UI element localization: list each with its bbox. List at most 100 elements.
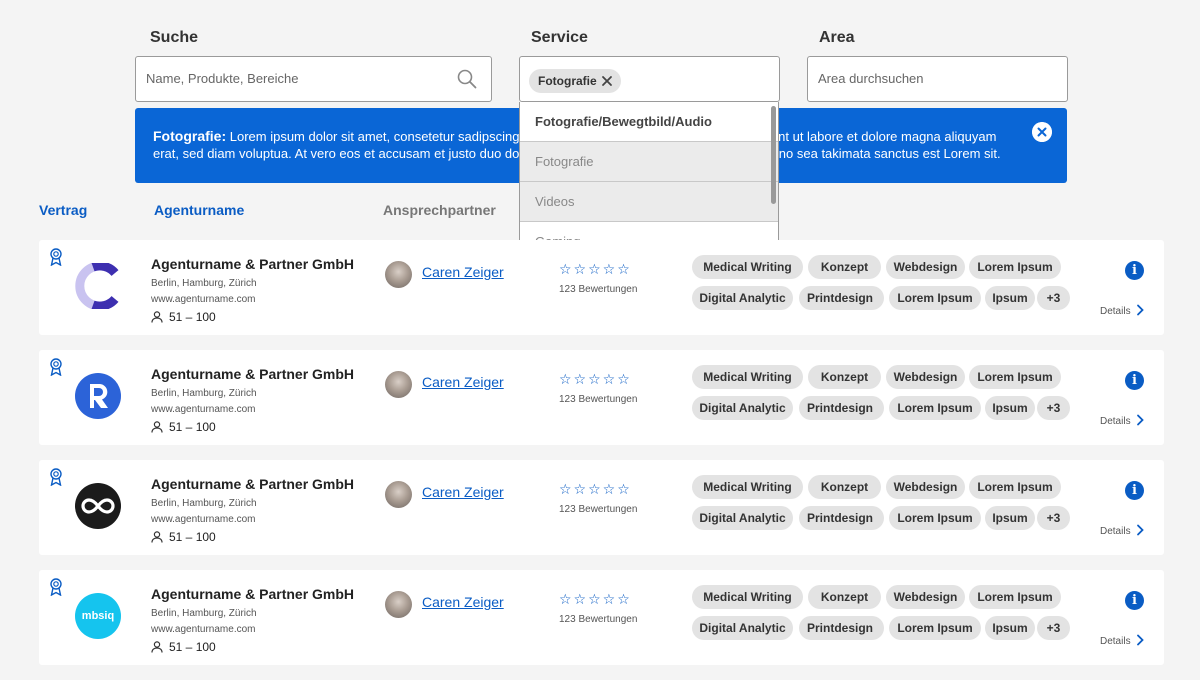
service-tag[interactable]: Lorem Ipsum: [889, 286, 981, 310]
service-tag[interactable]: Lorem Ipsum: [889, 616, 981, 640]
contact-link[interactable]: Caren Zeiger: [422, 264, 504, 280]
service-tag[interactable]: Webdesign: [886, 255, 965, 279]
c-logo-icon: [75, 261, 121, 311]
agency-cities: Berlin, Hamburg, Zürich: [151, 388, 257, 399]
details-link[interactable]: Details: [1100, 414, 1144, 427]
service-tag[interactable]: Digital Analytic: [692, 616, 793, 640]
avatar: [385, 481, 412, 508]
details-link[interactable]: Details: [1100, 634, 1144, 647]
search-field[interactable]: [135, 56, 492, 102]
service-label: Service: [531, 29, 588, 46]
chevron-right-icon: [1136, 414, 1144, 426]
service-tag[interactable]: Webdesign: [886, 475, 965, 499]
mbsiq-logo-icon: mbsiq: [75, 593, 121, 639]
person-icon: [151, 531, 163, 543]
agency-url: www.agenturname.com: [151, 624, 256, 635]
chevron-right-icon: [1136, 634, 1144, 646]
chevron-right-icon: [1136, 304, 1144, 316]
service-tag[interactable]: +3: [1037, 616, 1070, 640]
agency-card[interactable]: Agenturname & Partner GmbH Berlin, Hambur…: [39, 460, 1164, 555]
service-tag[interactable]: +3: [1037, 506, 1070, 530]
search-input[interactable]: [146, 71, 436, 86]
service-tag[interactable]: Printdesign: [799, 286, 884, 310]
service-tag[interactable]: Konzept: [808, 585, 881, 609]
person-icon: [151, 311, 163, 323]
service-dropdown[interactable]: Fotografie/Bewegtbild/Audio Fotografie V…: [519, 102, 779, 261]
agency-card[interactable]: mbsiq Agenturname & Partner GmbH Berlin, H…: [39, 570, 1164, 665]
close-icon[interactable]: [601, 75, 613, 87]
agency-card[interactable]: Agenturname & Partner GmbH Berlin, Hambur…: [39, 240, 1164, 335]
column-contract[interactable]: Vertrag: [39, 202, 87, 218]
person-icon: [151, 641, 163, 653]
service-tag[interactable]: Lorem Ipsum: [969, 365, 1061, 389]
agency-employees: 51 – 100: [151, 640, 216, 654]
service-tag[interactable]: Ipsum: [985, 506, 1035, 530]
agency-name[interactable]: Agenturname & Partner GmbH: [151, 256, 354, 272]
service-tag[interactable]: Ipsum: [985, 286, 1035, 310]
agency-name[interactable]: Agenturname & Partner GmbH: [151, 366, 354, 382]
service-tag[interactable]: Webdesign: [886, 365, 965, 389]
agency-url: www.agenturname.com: [151, 404, 256, 415]
service-tag[interactable]: Medical Writing: [692, 585, 803, 609]
dropdown-scrollbar[interactable]: [771, 106, 776, 204]
service-tag[interactable]: Digital Analytic: [692, 396, 793, 420]
agency-employees: 51 – 100: [151, 530, 216, 544]
service-tag[interactable]: Printdesign: [799, 616, 884, 640]
contact-link[interactable]: Caren Zeiger: [422, 594, 504, 610]
close-circle-icon[interactable]: [1032, 122, 1052, 142]
award-badge-icon: [50, 358, 62, 376]
column-contact: Ansprechpartner: [383, 202, 496, 218]
avatar: [385, 371, 412, 398]
info-banner-title: Fotografie:: [153, 128, 227, 144]
search-icon[interactable]: [457, 69, 477, 89]
dropdown-option-fotografie[interactable]: Fotografie: [520, 142, 778, 182]
service-tag[interactable]: Lorem Ipsum: [969, 475, 1061, 499]
rating-stars: ☆☆☆☆☆: [559, 591, 632, 607]
service-tag[interactable]: Konzept: [808, 255, 881, 279]
agency-url: www.agenturname.com: [151, 294, 256, 305]
details-link[interactable]: Details: [1100, 524, 1144, 537]
service-tag[interactable]: Digital Analytic: [692, 506, 793, 530]
service-tag[interactable]: +3: [1037, 396, 1070, 420]
service-tag[interactable]: Lorem Ipsum: [969, 585, 1061, 609]
agency-cities: Berlin, Hamburg, Zürich: [151, 278, 257, 289]
agency-name[interactable]: Agenturname & Partner GmbH: [151, 476, 354, 492]
service-tag[interactable]: Webdesign: [886, 585, 965, 609]
review-count: 123 Bewertungen: [559, 504, 638, 515]
infinity-logo-icon: [75, 483, 121, 529]
service-tag[interactable]: Printdesign: [799, 506, 884, 530]
service-tag[interactable]: Lorem Ipsum: [889, 396, 981, 420]
area-field[interactable]: [807, 56, 1068, 102]
service-tag[interactable]: Medical Writing: [692, 475, 803, 499]
service-tag[interactable]: +3: [1037, 286, 1070, 310]
area-input[interactable]: [818, 71, 1048, 86]
service-tag[interactable]: Medical Writing: [692, 255, 803, 279]
info-icon[interactable]: i: [1125, 371, 1144, 390]
contact-link[interactable]: Caren Zeiger: [422, 484, 504, 500]
service-tag[interactable]: Digital Analytic: [692, 286, 793, 310]
rating-stars: ☆☆☆☆☆: [559, 371, 632, 387]
agency-cities: Berlin, Hamburg, Zürich: [151, 498, 257, 509]
service-tag[interactable]: Konzept: [808, 365, 881, 389]
service-tag[interactable]: Printdesign: [799, 396, 884, 420]
info-icon[interactable]: i: [1125, 261, 1144, 280]
service-select[interactable]: Fotografie: [519, 56, 780, 102]
service-tag[interactable]: Medical Writing: [692, 365, 803, 389]
agency-name[interactable]: Agenturname & Partner GmbH: [151, 586, 354, 602]
service-tag[interactable]: Ipsum: [985, 396, 1035, 420]
column-agency[interactable]: Agenturname: [154, 202, 244, 218]
area-label: Area: [819, 29, 855, 46]
service-tag[interactable]: Ipsum: [985, 616, 1035, 640]
agency-card[interactable]: Agenturname & Partner GmbH Berlin, Hambur…: [39, 350, 1164, 445]
contact-link[interactable]: Caren Zeiger: [422, 374, 504, 390]
service-tag[interactable]: Lorem Ipsum: [889, 506, 981, 530]
service-tag[interactable]: Lorem Ipsum: [969, 255, 1061, 279]
info-icon[interactable]: i: [1125, 591, 1144, 610]
details-link[interactable]: Details: [1100, 304, 1144, 317]
service-tag[interactable]: Konzept: [808, 475, 881, 499]
dropdown-option-videos[interactable]: Videos: [520, 182, 778, 222]
service-chip[interactable]: Fotografie: [529, 69, 621, 93]
info-icon[interactable]: i: [1125, 481, 1144, 500]
review-count: 123 Bewertungen: [559, 614, 638, 625]
search-label: Suche: [150, 29, 199, 46]
